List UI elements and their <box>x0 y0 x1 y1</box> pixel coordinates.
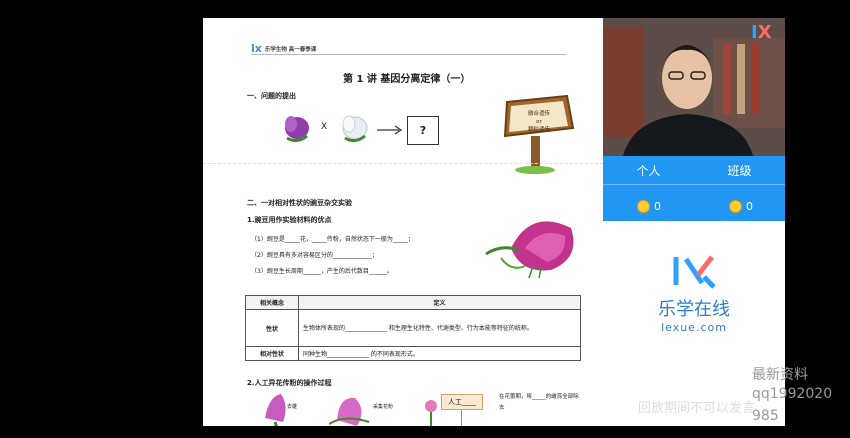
brand-text: 乐学生物 高一春季课 <box>264 46 317 53</box>
table-row: 相对性状 同种生物______________ 的不同表现形式。 <box>245 346 581 361</box>
arrow-icon <box>377 125 403 135</box>
table-header-definition: 定义 <box>298 295 581 310</box>
section-2-heading: 二、一对相对性状的豌豆杂交实验 <box>247 199 352 207</box>
lexue-logo-text: 乐学在线 <box>658 299 730 320</box>
watermark-line-1: 最新资料 <box>752 367 808 383</box>
coin-icon <box>637 200 650 213</box>
sign-text: 融合遗传 or 颗粒遗传 <box>517 110 561 134</box>
coin-icon <box>729 200 742 213</box>
sign-line-1: 融合遗传 <box>527 111 550 117</box>
video-logo-icon: IX <box>751 22 772 43</box>
result-question-box: ? <box>407 116 439 145</box>
table-cell-term: 相对性状 <box>245 346 299 361</box>
lexue-logo-icon <box>673 255 716 289</box>
sign-line-3: 颗粒遗传 <box>527 127 550 133</box>
table-row: 性状 生物体所表现的______________ 和生理生化特性、代谢类型、行为… <box>245 309 581 347</box>
subsection-2-heading: 2.人工异花传粉的操作过程 <box>247 379 332 387</box>
table-cell-definition: 同种生物______________ 的不同表现形式。 <box>298 346 581 361</box>
table-header-row: 相关概念 定义 <box>245 295 581 310</box>
concept-table: 相关概念 定义 性状 生物体所表现的______________ 和生理生化特性… <box>245 295 581 361</box>
sign-line-2: or <box>536 119 542 125</box>
coin-class: 0 <box>729 200 753 213</box>
flower-pollen-image <box>329 397 370 426</box>
lexue-url-text: lexue.com <box>661 321 727 334</box>
question-item-3: （3）豌豆生长周期______，产生的后代数目______。 <box>251 268 393 275</box>
cross-symbol: X <box>321 122 328 132</box>
subsection-1-heading: 1.豌豆用作实验材料的优点 <box>247 216 332 224</box>
watermark-line-2: qq1992020 <box>752 386 833 402</box>
tabs-divider <box>603 184 785 185</box>
pea-flower-image <box>485 221 574 278</box>
step-note: 在花蕾期，将_____的雌蕊全部除去 <box>499 394 579 411</box>
box-connector <box>461 410 462 426</box>
step-label-collect-pollen: 采集花粉 <box>373 404 394 410</box>
question-item-2: （2）豌豆具有多对容易区分的_____________； <box>251 252 378 259</box>
table-header-concept: 相关概念 <box>245 295 299 310</box>
question-item-1: （1）豌豆是_____花，_____传粉，自然状态下一般为_____； <box>251 236 414 243</box>
table-cell-definition: 生物体所表现的______________ 和生理生化特性、代谢类型、行为本能等… <box>298 309 581 347</box>
tab-class[interactable]: 班级 <box>694 162 785 179</box>
step-label-emasculate: 去雄 <box>287 404 298 410</box>
artificial-step-box: 人工____ <box>441 394 483 410</box>
coin-personal: 0 <box>637 200 661 213</box>
table-cell-term: 性状 <box>245 309 299 347</box>
replay-notice: 回放期间不可以发言 <box>638 401 756 416</box>
section-1-heading: 一、问题的提出 <box>247 92 296 100</box>
purple-flower-image <box>285 116 309 143</box>
coin-personal-count: 0 <box>654 200 661 213</box>
ranking-tabs: 个人 班级 0 0 <box>603 156 785 221</box>
section-divider <box>203 163 603 164</box>
white-flower-image <box>342 115 368 143</box>
lesson-title: 第 1 讲 基因分离定律（一） <box>343 74 471 85</box>
teacher-video: IX <box>603 18 785 156</box>
lecture-document: lx 乐学生物 高一春季课 第 1 讲 基因分离定律（一） 一、问题的提出 X … <box>203 18 603 426</box>
small-flower-image <box>425 400 437 426</box>
header-divider <box>251 54 566 55</box>
coin-class-count: 0 <box>746 200 753 213</box>
brand-block: 乐学在线 lexue.com <box>603 253 785 334</box>
watermark-line-3: 985 <box>752 408 779 424</box>
tab-personal[interactable]: 个人 <box>603 162 694 179</box>
